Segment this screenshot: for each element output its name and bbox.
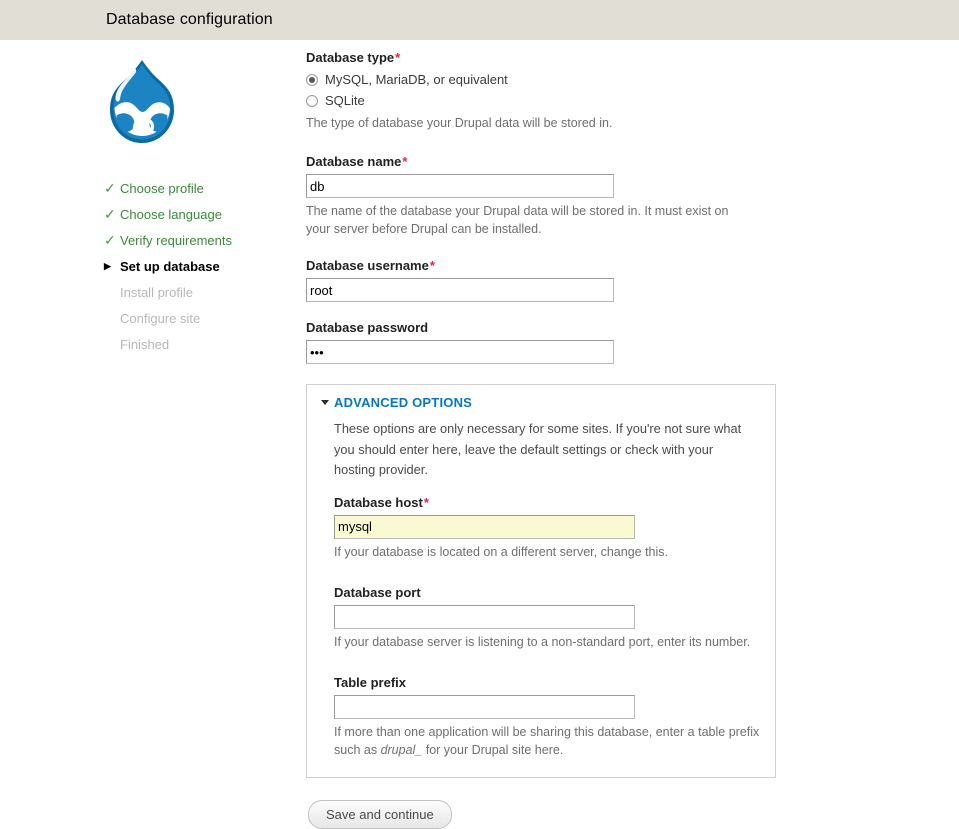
database-name-input[interactable] [306, 174, 614, 199]
field-table-prefix: Table prefix If more than one applicatio… [334, 675, 761, 759]
field-database-name: Database name* The name of the database … [306, 154, 959, 238]
advanced-options-legend-text: ADVANCED OPTIONS [334, 395, 473, 411]
database-type-description: The type of database your Drupal data wi… [306, 116, 613, 130]
caret-right-icon: ▶ [104, 260, 111, 271]
radio-label-mysql: MySQL, MariaDB, or equivalent [325, 72, 508, 87]
sidebar-item-install-profile: Install profile [104, 279, 264, 305]
advanced-options-body: These options are only necessary for som… [321, 419, 761, 759]
radio-option-mysql[interactable]: MySQL, MariaDB, or equivalent [306, 70, 959, 89]
database-configuration-form: Database type* MySQL, MariaDB, or equiva… [264, 40, 959, 829]
sidebar-item-configure-site: Configure site [104, 305, 264, 331]
save-and-continue-button[interactable]: Save and continue [308, 800, 452, 829]
radio-icon-mysql[interactable] [306, 73, 318, 86]
field-database-type: Database type* MySQL, MariaDB, or equiva… [306, 50, 959, 132]
field-database-port: Database port If your database server is… [334, 585, 761, 651]
database-port-label: Database port [334, 585, 761, 600]
table-prefix-description: If more than one application will be sha… [334, 723, 761, 759]
table-prefix-label: Table prefix [334, 675, 761, 690]
label-text: Database host [334, 494, 423, 510]
sidebar-item-verify-requirements: ✓ Verify requirements [104, 227, 264, 253]
required-marker: * [395, 50, 401, 65]
database-host-label: Database host* [334, 495, 761, 510]
database-name-description: The name of the database your Drupal dat… [306, 204, 729, 237]
database-password-input[interactable] [306, 340, 614, 365]
sidebar-item-finished: Finished [104, 331, 264, 357]
label-text: Table prefix [334, 675, 407, 691]
database-name-label: Database name* [306, 154, 959, 169]
database-password-label: Database password [306, 320, 959, 335]
sidebar-item-label: Configure site [120, 310, 201, 326]
sidebar-item-choose-profile: ✓ Choose profile [104, 175, 264, 201]
required-marker: * [429, 258, 435, 274]
sidebar-item-label: Finished [120, 336, 170, 352]
label-text: Database port [334, 584, 421, 600]
label-text: Database name [306, 154, 402, 170]
radio-icon-sqlite[interactable] [306, 94, 318, 107]
database-port-description: If your database server is listening to … [334, 634, 751, 649]
install-sidebar: ✓ Choose profile ✓ Choose language ✓ Ver… [0, 40, 264, 357]
database-type-label: Database type* [306, 50, 959, 65]
database-username-label: Database username* [306, 258, 959, 273]
table-prefix-description-after: for your Drupal site here. [422, 743, 564, 758]
sidebar-item-choose-language: ✓ Choose language [104, 201, 264, 227]
field-database-username: Database username* [306, 258, 959, 303]
form-actions: Save and continue [306, 800, 959, 829]
database-port-input[interactable] [334, 604, 635, 629]
database-host-input[interactable] [334, 514, 635, 539]
advanced-options-toggle[interactable]: ADVANCED OPTIONS [321, 395, 761, 410]
label-text: Database type [306, 50, 395, 65]
advanced-options-fieldset: ADVANCED OPTIONS These options are only … [306, 384, 776, 779]
triangle-down-icon [321, 400, 329, 406]
sidebar-item-label: Verify requirements [120, 232, 232, 248]
check-icon: ✓ [104, 206, 116, 222]
drupal-droplet-logo [110, 60, 174, 143]
label-text: Database password [306, 320, 429, 336]
table-prefix-input[interactable] [334, 695, 635, 720]
install-task-list: ✓ Choose profile ✓ Choose language ✓ Ver… [104, 175, 264, 357]
field-database-host: Database host* If your database is locat… [334, 495, 761, 561]
page-layout: ✓ Choose profile ✓ Choose language ✓ Ver… [0, 40, 959, 829]
sidebar-item-set-up-database: ▶ Set up database [104, 253, 264, 279]
radio-label-sqlite: SQLite [325, 93, 365, 108]
required-marker: * [402, 154, 408, 170]
field-database-password: Database password [306, 320, 959, 365]
sidebar-item-label: Set up database [120, 258, 220, 274]
advanced-options-intro: These options are only necessary for som… [334, 421, 742, 478]
database-username-input[interactable] [306, 278, 614, 303]
required-marker: * [423, 494, 429, 510]
sidebar-item-label: Choose profile [120, 180, 204, 196]
check-icon: ✓ [104, 232, 116, 248]
page-header: Database configuration [0, 0, 959, 40]
database-host-description: If your database is located on a differe… [334, 544, 669, 559]
label-text: Database username [306, 258, 429, 274]
radio-option-sqlite[interactable]: SQLite [306, 91, 959, 110]
page-title: Database configuration [106, 11, 273, 28]
check-icon: ✓ [104, 180, 116, 196]
sidebar-item-label: Install profile [120, 284, 193, 300]
sidebar-item-label: Choose language [120, 206, 222, 222]
table-prefix-description-example: drupal_ [380, 743, 423, 758]
